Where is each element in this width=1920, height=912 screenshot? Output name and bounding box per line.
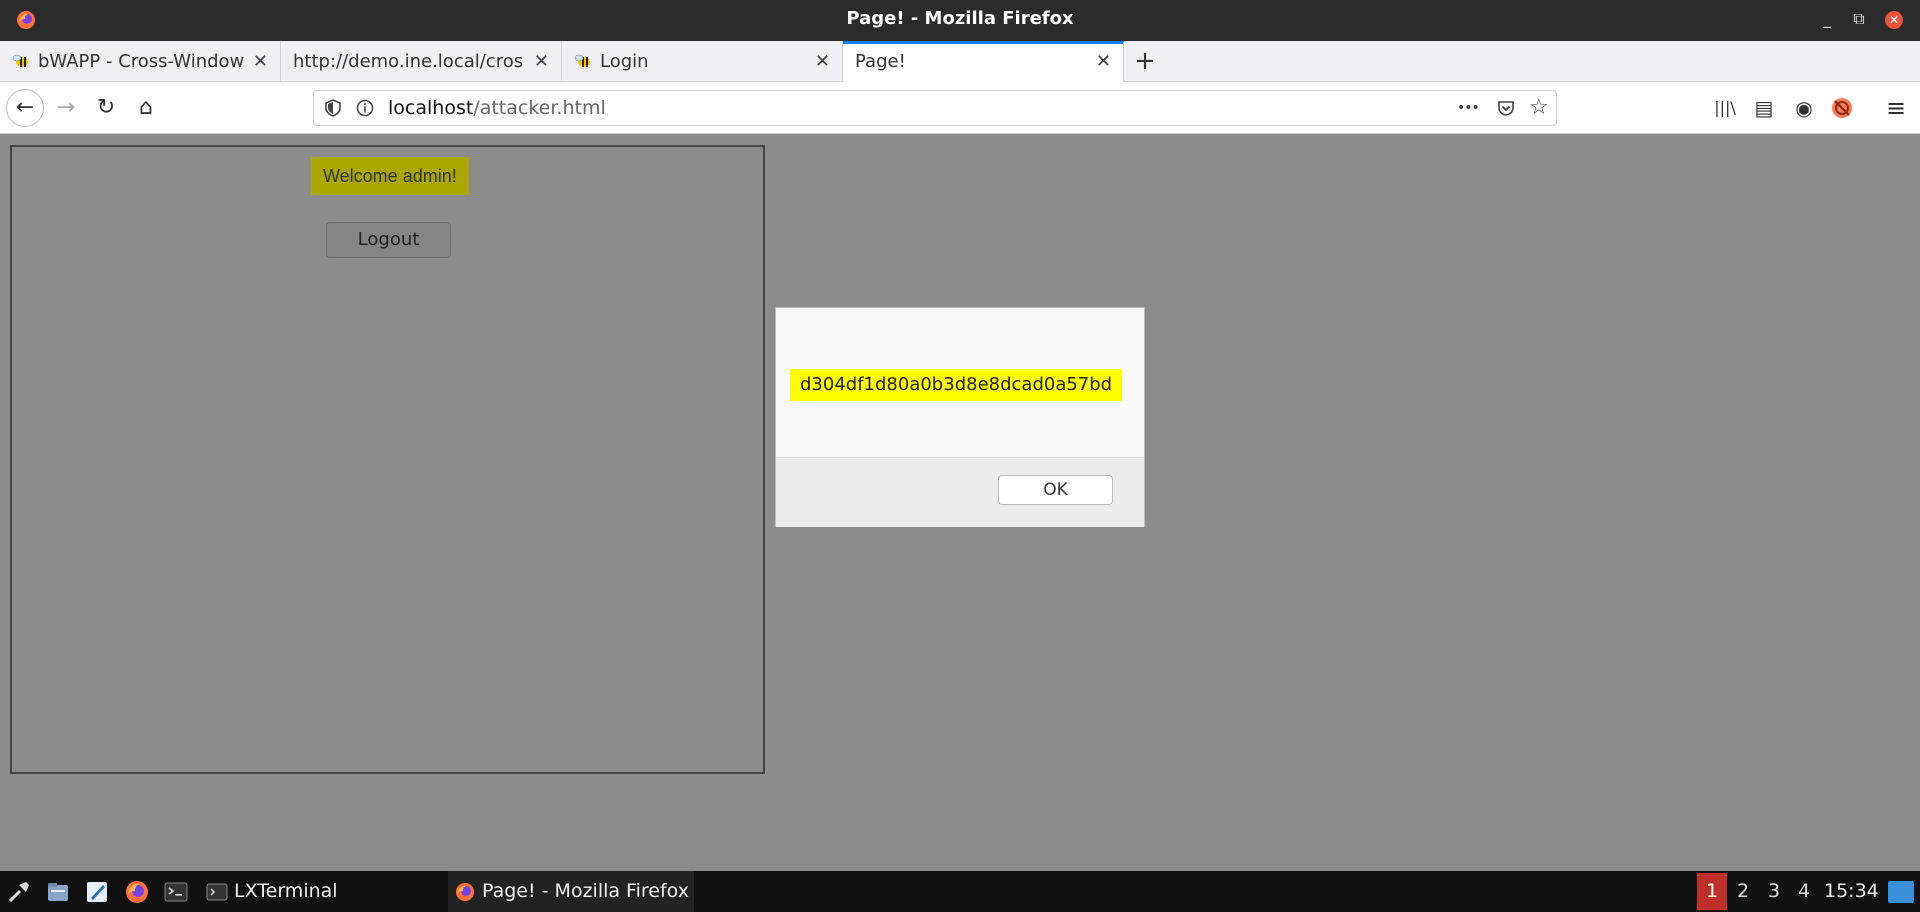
workspace-2[interactable]: 2 xyxy=(1728,873,1758,910)
workspace-1[interactable]: 1 xyxy=(1697,873,1727,910)
taskbar-app-label: Page! - Mozilla Firefox xyxy=(482,880,689,902)
shield-icon[interactable] xyxy=(324,99,342,117)
terminal-icon xyxy=(206,883,228,900)
tab-close-icon[interactable]: ✕ xyxy=(1096,44,1111,79)
tab-label: bWAPP - Cross-Window xyxy=(38,51,244,72)
account-icon[interactable]: ◉ xyxy=(1789,90,1819,126)
maximize-button[interactable]: ⧉ xyxy=(1848,8,1870,30)
tab-bwapp[interactable]: bWAPP - Cross-Window ✕ xyxy=(0,41,281,82)
logout-button[interactable]: Logout xyxy=(326,222,451,258)
taskbar-app-label: LXTerminal xyxy=(234,880,338,902)
ok-button[interactable]: OK xyxy=(998,475,1113,505)
window-title: Page! - Mozilla Firefox xyxy=(846,8,1074,29)
url-text[interactable]: localhost/attacker.html xyxy=(388,91,606,125)
tab-page[interactable]: Page! ✕ xyxy=(843,41,1124,82)
alert-dialog: d304df1d80a0b3d8e8dcad0a57bd OK xyxy=(775,307,1145,527)
file-manager-icon[interactable] xyxy=(45,879,71,905)
tab-label: Page! xyxy=(855,51,906,72)
reload-button[interactable]: ↻ xyxy=(88,90,124,126)
workspace-4[interactable]: 4 xyxy=(1789,873,1819,910)
start-menu-icon[interactable] xyxy=(6,879,32,905)
firefox-icon xyxy=(456,882,474,901)
taskbar-app-lxterminal[interactable]: LXTerminal xyxy=(206,871,436,912)
terminal-launcher-icon[interactable] xyxy=(163,879,189,905)
library-icon[interactable]: |||\ xyxy=(1710,90,1740,126)
forward-button[interactable]: → xyxy=(48,90,84,126)
tab-label: http://demo.ine.local/cros xyxy=(293,51,524,72)
navigation-toolbar: ← → ↻ ⌂ localhost/attacker.html ••• ☆ ||… xyxy=(0,82,1920,134)
alert-footer: OK xyxy=(776,457,1144,527)
tab-close-icon[interactable]: ✕ xyxy=(253,41,268,82)
tab-label: Login xyxy=(600,51,649,72)
url-host: localhost xyxy=(388,97,474,119)
hamburger-menu-icon[interactable]: ≡ xyxy=(1881,90,1911,126)
sidebar-icon[interactable]: ▤ xyxy=(1749,90,1779,126)
show-desktop-icon[interactable] xyxy=(1888,881,1914,903)
tab-close-icon[interactable]: ✕ xyxy=(815,41,830,82)
tab-strip: bWAPP - Cross-Window ✕ http://demo.ine.l… xyxy=(0,41,1920,82)
window-titlebar: Page! - Mozilla Firefox _ ⧉ ✕ xyxy=(0,0,1920,41)
bee-icon xyxy=(574,54,590,67)
url-bar[interactable]: localhost/attacker.html ••• ☆ xyxy=(313,90,1557,126)
firefox-launcher-icon[interactable] xyxy=(124,879,150,905)
pocket-icon[interactable] xyxy=(1497,99,1515,117)
info-icon[interactable] xyxy=(356,99,374,117)
taskbar: LXTerminal Page! - Mozilla Firefox 1 2 3… xyxy=(0,871,1920,912)
new-tab-button[interactable]: + xyxy=(1132,41,1158,82)
clock: 15:34 xyxy=(1824,880,1879,902)
welcome-message: Welcome admin! xyxy=(311,157,469,195)
alert-message: d304df1d80a0b3d8e8dcad0a57bd xyxy=(790,369,1123,401)
url-path: /attacker.html xyxy=(473,97,606,119)
close-icon: ✕ xyxy=(1885,11,1903,29)
workspace-3[interactable]: 3 xyxy=(1759,873,1789,910)
close-window-button[interactable]: ✕ xyxy=(1883,8,1905,30)
back-button[interactable]: ← xyxy=(6,89,44,127)
bee-icon xyxy=(12,54,28,67)
taskbar-app-firefox[interactable]: Page! - Mozilla Firefox xyxy=(448,871,694,912)
page-content: Welcome admin! Logout d304df1d80a0b3d8e8… xyxy=(0,134,1920,871)
bookmark-star-icon[interactable]: ☆ xyxy=(1529,91,1549,125)
page-actions-icon[interactable]: ••• xyxy=(1457,91,1480,125)
addon-blocked-icon[interactable] xyxy=(1830,96,1854,120)
embedded-iframe: Welcome admin! Logout xyxy=(10,145,765,774)
home-button[interactable]: ⌂ xyxy=(128,90,164,126)
tab-login[interactable]: Login ✕ xyxy=(562,41,843,82)
minimize-button[interactable]: _ xyxy=(1816,8,1838,30)
tab-close-icon[interactable]: ✕ xyxy=(534,41,549,82)
tab-demo-ine[interactable]: http://demo.ine.local/cros ✕ xyxy=(281,41,562,82)
text-editor-icon[interactable] xyxy=(84,879,110,905)
